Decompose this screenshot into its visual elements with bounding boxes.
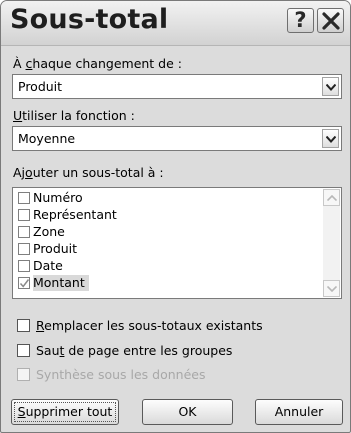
checkmark-icon [19,279,30,288]
dialog-title: Sous-total [10,4,169,35]
group-by-value: Produit [18,79,63,94]
list-item-checkbox[interactable] [18,243,30,255]
list-item-checkbox[interactable] [18,277,30,289]
remove-all-button[interactable]: Supprimer tout [11,399,119,425]
list-item-label: Date [33,258,63,273]
subtotal-dialog: Sous-total ? À chaque changement de : Pr… [0,0,351,433]
group-by-select[interactable]: Produit [12,74,342,99]
chevron-up-icon [327,195,337,201]
list-item-produit[interactable]: Produit [16,241,318,257]
ok-button[interactable]: OK [142,399,233,425]
function-dropdown-button[interactable] [322,129,339,148]
replace-subtotals-checkbox[interactable] [17,319,30,332]
function-label: Utiliser la fonction : [13,108,135,123]
page-break-checkbox[interactable] [17,344,30,357]
list-item-checkbox[interactable] [18,260,30,272]
close-button[interactable] [317,8,344,33]
summary-below-label: Synthèse sous les données [36,367,206,382]
cancel-button[interactable]: Annuler [255,399,343,425]
group-by-dropdown-button[interactable] [322,77,339,96]
focus-ring [14,402,116,422]
list-item-numero[interactable]: Numéro [16,190,318,206]
scroll-up-button[interactable] [323,189,340,206]
list-item-label: Montant [33,275,89,291]
help-button[interactable]: ? [287,8,314,33]
chevron-down-icon [326,136,336,143]
page-break-label: Saut de page entre les groupes [36,343,233,358]
chevron-down-icon [326,84,336,91]
list-item-zone[interactable]: Zone [16,224,318,240]
close-icon [322,12,340,30]
list-item-representant[interactable]: Représentant [16,207,318,223]
scroll-down-button[interactable] [323,280,340,297]
list-item-label: Zone [33,224,65,239]
list-item-label: Produit [33,241,78,256]
add-subtotal-label: Ajouter un sous-total à : [13,165,164,180]
list-item-label: Représentant [33,207,117,222]
list-item-checkbox[interactable] [18,226,30,238]
list-item-date[interactable]: Date [16,258,318,274]
subtotal-fields-list[interactable]: Numéro Représentant Zone Produit Date Mo… [12,187,342,299]
list-item-checkbox[interactable] [18,192,30,204]
function-select[interactable]: Moyenne [12,126,342,151]
chevron-down-icon [327,286,337,292]
title-bar[interactable]: Sous-total ? [1,1,350,46]
list-item-checkbox[interactable] [18,209,30,221]
list-item-label: Numéro [33,190,83,205]
list-item-montant[interactable]: Montant [16,275,318,291]
list-scrollbar[interactable] [323,189,340,297]
replace-subtotals-label: Remplacer les sous-totaux existants [36,318,263,333]
function-value: Moyenne [18,131,76,146]
summary-below-checkbox [17,368,30,381]
group-by-label: À chaque changement de : [13,56,182,71]
